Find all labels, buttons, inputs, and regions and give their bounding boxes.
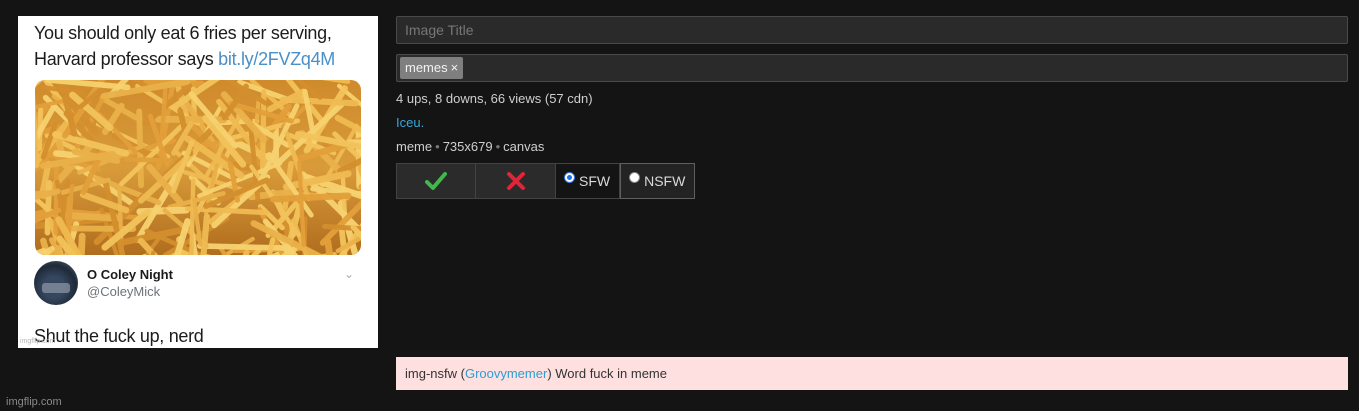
tag-label: memes	[405, 60, 448, 75]
flag-user-link[interactable]: Groovymemer	[465, 366, 547, 381]
radio-checked-icon[interactable]	[564, 171, 575, 183]
tags-input[interactable]: memes ×	[396, 54, 1348, 82]
meta-type: canvas	[503, 139, 545, 154]
sfw-radio[interactable]: SFW	[556, 163, 621, 199]
meta-dimensions: 735x679	[442, 139, 493, 154]
page-watermark: imgflip.com	[6, 396, 62, 408]
avatar	[34, 261, 78, 305]
author-link[interactable]: Iceu.	[396, 115, 424, 130]
chevron-down-icon: ⌄	[343, 267, 354, 281]
meme-caption-prefix: Harvard professor says	[34, 49, 219, 69]
check-mark-icon	[425, 172, 447, 190]
meme-caption-line2: Harvard professor says bit.ly/2FVZq4M	[34, 46, 374, 72]
cross-mark-icon	[506, 172, 525, 190]
approve-button[interactable]	[396, 163, 476, 199]
meta-separator: •	[435, 139, 440, 154]
image-title-input[interactable]	[396, 16, 1348, 44]
flag-suffix: ) Word fuck in meme	[547, 366, 667, 381]
fries-photo	[35, 80, 361, 255]
tweet-author-row: O Coley Night @ColeyMick ⌄	[34, 261, 364, 307]
meme-caption-link: bit.ly/2FVZq4M	[218, 49, 336, 69]
tweet-user-handle: @ColeyMick	[87, 284, 161, 299]
nsfw-radio[interactable]: NSFW	[620, 163, 696, 199]
sfw-label: SFW	[579, 173, 611, 189]
tweet-user-name: O Coley Night	[87, 267, 173, 282]
meme-caption: You should only eat 6 fries per serving,…	[34, 20, 374, 72]
nsfw-flag-notice: img-nsfw (Groovymemer) Word fuck in meme	[396, 357, 1348, 390]
nsfw-label: NSFW	[644, 173, 686, 189]
meme-caption-line1: You should only eat 6 fries per serving,	[34, 23, 332, 43]
image-meta: meme • 735x679 • canvas	[396, 139, 544, 154]
flag-prefix: img-nsfw (	[405, 366, 465, 381]
meta-separator: •	[495, 139, 501, 154]
meme-watermark: imgflip.com	[20, 338, 56, 345]
tag-remove-icon[interactable]: ×	[451, 60, 459, 75]
tag-chip[interactable]: memes ×	[400, 57, 464, 79]
meme-image: You should only eat 6 fries per serving,…	[18, 16, 378, 348]
moderation-actions: SFW NSFW	[396, 163, 696, 199]
meme-reply-text: Shut the fuck up, nerd	[34, 326, 204, 346]
reject-button[interactable]	[476, 163, 556, 199]
image-stats: 4 ups, 8 downs, 66 views (57 cdn)	[396, 91, 593, 106]
meta-stream: meme	[396, 139, 433, 154]
radio-unchecked-icon[interactable]	[629, 171, 641, 183]
